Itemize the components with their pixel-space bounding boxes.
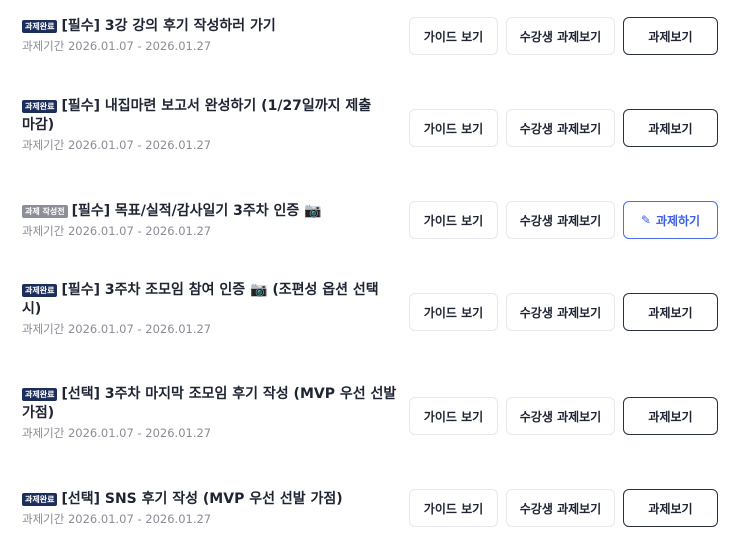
status-badge-done: 과제완료 bbox=[22, 284, 58, 297]
assignment-period: 과제기간 2026.01.07 - 2026.01.27 bbox=[22, 224, 212, 238]
view-assignment-button[interactable]: 과제보기 bbox=[623, 489, 718, 527]
guide-button[interactable]: 가이드 보기 bbox=[409, 489, 498, 527]
pencil-icon: ✎ bbox=[640, 213, 651, 227]
assignment-info: 과제 작성전 [필수] 목표/실적/감사일기 3주차 인증 📷 과제기간 2026… bbox=[22, 202, 397, 239]
assignment-title: [필수] 내집마련 보고서 완성하기 (1/27일까지 제출 마감) bbox=[22, 98, 372, 133]
view-assignment-button[interactable]: 과제보기 bbox=[623, 109, 718, 147]
guide-button[interactable]: 가이드 보기 bbox=[409, 109, 498, 147]
assignment-title-line[interactable]: 과제완료 [선택] 3주차 마지막 조모임 후기 작성 (MVP 우선 선발 가점… bbox=[22, 385, 397, 423]
assignment-list: 과제완료 [필수] 3강 강의 후기 작성하러 가기 과제기간 2026.01.0… bbox=[0, 0, 735, 548]
peer-assignments-button[interactable]: 수강생 과제보기 bbox=[506, 489, 615, 527]
assignment-actions: 가이드 보기 수강생 과제보기 과제보기 bbox=[409, 397, 718, 435]
status-badge-writing: 과제 작성전 bbox=[22, 205, 68, 218]
assignment-actions: 가이드 보기 수강생 과제보기 과제보기 bbox=[409, 109, 718, 147]
assignment-info: 과제완료 [선택] 3주차 마지막 조모임 후기 작성 (MVP 우선 선발 가점… bbox=[22, 385, 397, 441]
assignment-title-line[interactable]: 과제 작성전 [필수] 목표/실적/감사일기 3주차 인증 📷 bbox=[22, 202, 397, 221]
assignment-info: 과제완료 [선택] SNS 후기 작성 (MVP 우선 선발 가점) 과제기간 2… bbox=[22, 490, 397, 527]
status-badge-done: 과제완료 bbox=[22, 493, 58, 506]
peer-assignments-button[interactable]: 수강생 과제보기 bbox=[506, 397, 615, 435]
do-assignment-label: 과제하기 bbox=[655, 213, 701, 228]
assignment-title-line[interactable]: 과제완료 [선택] SNS 후기 작성 (MVP 우선 선발 가점) bbox=[22, 490, 397, 509]
assignment-actions: 가이드 보기 수강생 과제보기 ✎ 과제하기 bbox=[409, 201, 718, 239]
assignment-period: 과제기간 2026.01.07 - 2026.01.27 bbox=[22, 138, 212, 152]
status-badge-done: 과제완료 bbox=[22, 100, 58, 113]
do-assignment-button[interactable]: ✎ 과제하기 bbox=[623, 201, 718, 239]
assignment-info: 과제완료 [필수] 3주차 조모임 참여 인증 📷 (조편성 옵션 선택 시) 과… bbox=[22, 281, 397, 337]
assignment-title: [선택] SNS 후기 작성 (MVP 우선 선발 가점) bbox=[61, 491, 343, 507]
assignment-period: 과제기간 2026.01.07 - 2026.01.27 bbox=[22, 322, 212, 336]
view-assignment-button[interactable]: 과제보기 bbox=[623, 397, 718, 435]
assignment-info: 과제완료 [필수] 3강 강의 후기 작성하러 가기 과제기간 2026.01.0… bbox=[22, 17, 397, 54]
status-badge-done: 과제완료 bbox=[22, 20, 58, 33]
guide-button[interactable]: 가이드 보기 bbox=[409, 293, 498, 331]
view-assignment-button[interactable]: 과제보기 bbox=[623, 17, 718, 55]
status-badge-done: 과제완료 bbox=[22, 388, 58, 401]
assignment-title: [필수] 3강 강의 후기 작성하러 가기 bbox=[61, 18, 276, 34]
assignment-actions: 가이드 보기 수강생 과제보기 과제보기 bbox=[409, 489, 718, 527]
peer-assignments-button[interactable]: 수강생 과제보기 bbox=[506, 17, 615, 55]
assignment-title-line[interactable]: 과제완료 [필수] 3주차 조모임 참여 인증 📷 (조편성 옵션 선택 시) bbox=[22, 281, 397, 319]
assignment-info: 과제완료 [필수] 내집마련 보고서 완성하기 (1/27일까지 제출 마감) 과… bbox=[22, 97, 397, 153]
assignment-title-line[interactable]: 과제완료 [필수] 내집마련 보고서 완성하기 (1/27일까지 제출 마감) bbox=[22, 97, 397, 135]
peer-assignments-button[interactable]: 수강생 과제보기 bbox=[506, 109, 615, 147]
assignment-title: [필수] 3주차 조모임 참여 인증 📷 (조편성 옵션 선택 시) bbox=[22, 282, 379, 317]
assignment-actions: 가이드 보기 수강생 과제보기 과제보기 bbox=[409, 17, 718, 55]
peer-assignments-button[interactable]: 수강생 과제보기 bbox=[506, 293, 615, 331]
assignment-title: [필수] 목표/실적/감사일기 3주차 인증 📷 bbox=[71, 203, 322, 219]
assignment-period: 과제기간 2026.01.07 - 2026.01.27 bbox=[22, 39, 212, 53]
assignment-title: [선택] 3주차 마지막 조모임 후기 작성 (MVP 우선 선발 가점) bbox=[22, 386, 397, 421]
guide-button[interactable]: 가이드 보기 bbox=[409, 17, 498, 55]
view-assignment-button[interactable]: 과제보기 bbox=[623, 293, 718, 331]
assignment-actions: 가이드 보기 수강생 과제보기 과제보기 bbox=[409, 293, 718, 331]
peer-assignments-button[interactable]: 수강생 과제보기 bbox=[506, 201, 615, 239]
assignment-title-line[interactable]: 과제완료 [필수] 3강 강의 후기 작성하러 가기 bbox=[22, 17, 397, 36]
guide-button[interactable]: 가이드 보기 bbox=[409, 397, 498, 435]
assignment-period: 과제기간 2026.01.07 - 2026.01.27 bbox=[22, 426, 212, 440]
assignment-period: 과제기간 2026.01.07 - 2026.01.27 bbox=[22, 512, 212, 526]
guide-button[interactable]: 가이드 보기 bbox=[409, 201, 498, 239]
